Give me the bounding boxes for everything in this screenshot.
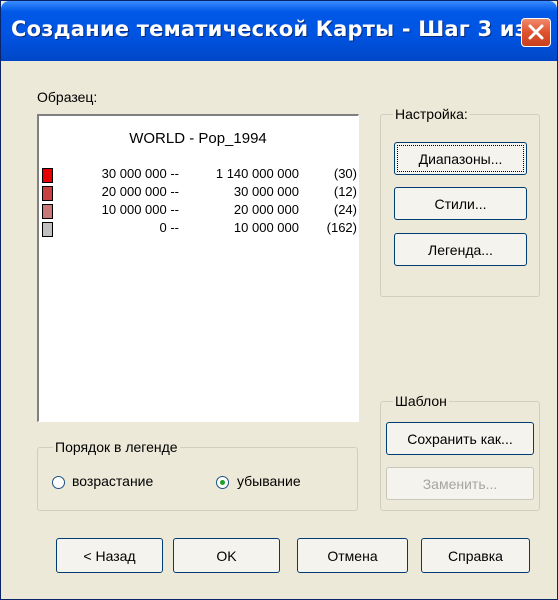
legend-count: (12) xyxy=(333,184,357,199)
close-icon xyxy=(528,24,544,40)
legend-count: (24) xyxy=(333,202,357,217)
sample-label: Образец: xyxy=(37,89,98,105)
title-bar[interactable]: Создание тематической Карты - Шаг 3 из 3 xyxy=(1,1,557,61)
ok-button[interactable]: OK xyxy=(173,538,280,573)
ascending-radio[interactable] xyxy=(52,476,65,489)
ranges-button[interactable]: Диапазоны... xyxy=(394,142,527,175)
replace-button[interactable]: Заменить... xyxy=(386,467,534,500)
cancel-button[interactable]: Отмена xyxy=(297,538,408,573)
legend-button[interactable]: Легенда... xyxy=(394,233,527,266)
close-button[interactable] xyxy=(521,18,551,47)
legend-row: 20 000 000 -- 30 000 000 (12) xyxy=(39,184,357,202)
legend-range-to: 20 000 000 xyxy=(233,202,299,217)
window-title: Создание тематической Карты - Шаг 3 из 3 xyxy=(11,17,550,41)
legend-row: 30 000 000 -- 1 140 000 000 (30) xyxy=(39,166,357,184)
legend-row: 10 000 000 -- 20 000 000 (24) xyxy=(39,202,357,220)
legend-range-from: 0 -- xyxy=(159,220,180,235)
styles-button[interactable]: Стили... xyxy=(394,187,527,220)
back-button[interactable]: < Назад xyxy=(56,538,163,573)
settings-group-label: Настройка: xyxy=(393,106,470,122)
legend-range-to: 1 140 000 000 xyxy=(215,166,299,181)
legend-count: (30) xyxy=(333,166,357,181)
legend-range-from: 30 000 000 -- xyxy=(101,166,179,181)
save-as-button[interactable]: Сохранить как... xyxy=(386,422,534,455)
legend-range-from: 20 000 000 -- xyxy=(101,184,179,199)
legend-row: 0 -- 10 000 000 (162) xyxy=(39,220,357,238)
template-group-label: Шаблон xyxy=(393,393,449,409)
ascending-radio-label[interactable]: возрастание xyxy=(72,473,153,489)
legend-count: (162) xyxy=(326,220,357,235)
legend-range-to: 30 000 000 xyxy=(233,184,299,199)
legend-preview: WORLD - Pop_1994 30 000 000 -- 1 140 000… xyxy=(37,114,359,422)
preview-map-title: WORLD - Pop_1994 xyxy=(129,130,267,147)
descending-radio[interactable] xyxy=(216,476,229,489)
help-button[interactable]: Справка xyxy=(421,538,530,573)
legend-range-to: 10 000 000 xyxy=(233,220,299,235)
legend-range-from: 10 000 000 -- xyxy=(101,202,179,217)
radio-selected-dot xyxy=(220,480,225,485)
thematic-map-wizard-dialog: Создание тематической Карты - Шаг 3 из 3… xyxy=(0,0,558,600)
legend-order-group-label: Порядок в легенде xyxy=(53,439,180,455)
descending-radio-label[interactable]: убывание xyxy=(237,473,301,489)
